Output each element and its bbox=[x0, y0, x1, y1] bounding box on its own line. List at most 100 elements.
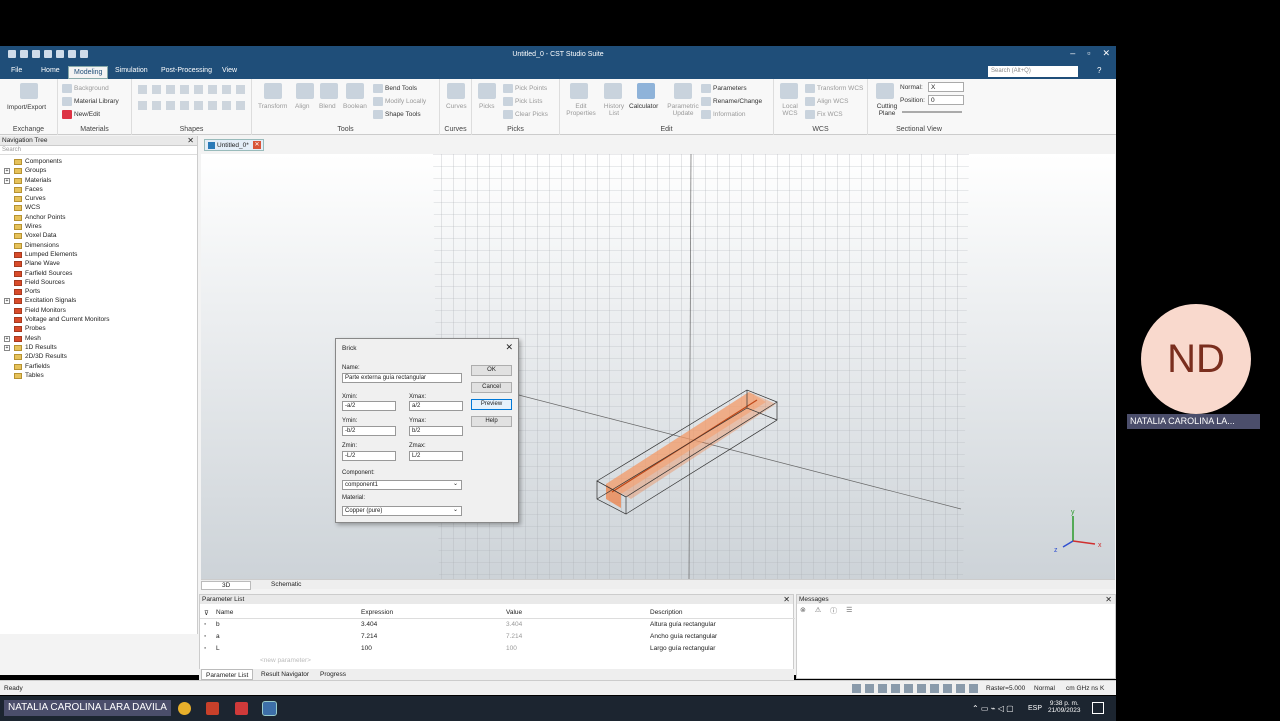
powerpoint-icon[interactable] bbox=[206, 702, 219, 715]
xmax-input[interactable]: a/2 bbox=[409, 401, 463, 411]
ymin-input[interactable]: -b/2 bbox=[342, 426, 396, 436]
tree-item[interactable]: + Excitation Signals bbox=[0, 296, 197, 305]
tree-item[interactable]: Wires bbox=[0, 222, 197, 231]
normal-select[interactable]: X bbox=[928, 82, 964, 92]
shape-buttons-row[interactable] bbox=[138, 101, 246, 110]
tab-simulation[interactable]: Simulation bbox=[115, 67, 148, 74]
info-filter-icon[interactable]: ⓘ bbox=[830, 606, 837, 616]
view-tool-icons[interactable] bbox=[852, 684, 982, 693]
cutting-plane-button[interactable]: Cutting Plane bbox=[873, 103, 901, 117]
zmax-input[interactable]: L/2 bbox=[409, 451, 463, 461]
pick-points-button[interactable]: Pick Points bbox=[503, 84, 547, 93]
table-row[interactable]: ▪ a 7.214 7.214 Ancho guía rectangular bbox=[200, 631, 795, 643]
tree-item[interactable]: Plane Wave bbox=[0, 259, 197, 268]
zmin-input[interactable]: -L/2 bbox=[342, 451, 396, 461]
tab-modeling[interactable]: Modeling bbox=[68, 66, 109, 79]
shape-tools-button[interactable]: Shape Tools bbox=[373, 110, 421, 119]
chrome-icon[interactable] bbox=[178, 702, 191, 715]
import-export-button[interactable]: Import/Export bbox=[7, 104, 46, 111]
tree-item[interactable]: Anchor Points bbox=[0, 213, 197, 222]
filter-icon[interactable]: ⊽ bbox=[204, 609, 209, 617]
clock[interactable]: 9:38 p. m. 21/09/2023 bbox=[1048, 700, 1081, 714]
tab-schematic[interactable]: Schematic bbox=[251, 581, 321, 590]
tree-item[interactable]: Tables bbox=[0, 371, 197, 380]
tab-file[interactable]: File bbox=[11, 67, 22, 74]
column-header-description[interactable]: Description bbox=[650, 609, 683, 616]
tree-item[interactable]: Farfield Sources bbox=[0, 269, 197, 278]
align-wcs-button[interactable]: Align WCS bbox=[805, 97, 848, 106]
parametric-update-button[interactable]: Parametric Update bbox=[665, 103, 701, 117]
tree-item[interactable]: + Materials bbox=[0, 176, 197, 185]
tree-item[interactable]: Ports bbox=[0, 287, 197, 296]
close-panel-icon[interactable]: ✕ bbox=[187, 136, 194, 145]
pick-lists-button[interactable]: Pick Lists bbox=[503, 97, 542, 106]
curves-button[interactable]: Curves bbox=[446, 103, 467, 110]
tree-item[interactable]: +1D Results bbox=[0, 343, 197, 352]
tree-item[interactable]: Lumped Elements bbox=[0, 250, 197, 259]
information-button[interactable]: Information bbox=[701, 110, 746, 119]
clear-picks-button[interactable]: Clear Picks bbox=[503, 110, 548, 119]
tree-item[interactable]: Faces bbox=[0, 185, 197, 194]
document-tab[interactable]: Untitled_0* ✕ bbox=[204, 139, 264, 151]
tree-item[interactable]: 2D/3D Results bbox=[0, 352, 197, 361]
tree-item[interactable]: Field Sources bbox=[0, 278, 197, 287]
tree-item[interactable]: Field Monitors bbox=[0, 306, 197, 315]
xmin-input[interactable]: -a/2 bbox=[342, 401, 396, 411]
column-header-value[interactable]: Value bbox=[506, 609, 522, 616]
tab-parameter-list[interactable]: Parameter List bbox=[201, 669, 254, 680]
tree-item[interactable]: Voxel Data bbox=[0, 231, 197, 240]
history-list-button[interactable]: History List bbox=[601, 103, 627, 117]
picks-button[interactable]: Picks bbox=[479, 103, 495, 110]
table-row[interactable]: ▪ L 100 100 Largo guía rectangular bbox=[200, 643, 795, 655]
tab-progress[interactable]: Progress bbox=[316, 669, 350, 680]
expand-icon[interactable]: + bbox=[4, 177, 10, 184]
tree-search-input[interactable]: Search bbox=[0, 146, 197, 155]
fix-wcs-button[interactable]: Fix WCS bbox=[805, 110, 843, 119]
transform-button[interactable]: Transform bbox=[258, 103, 287, 110]
language-indicator[interactable]: ESP bbox=[1028, 705, 1042, 712]
tree-item[interactable]: + Groups bbox=[0, 166, 197, 175]
material-select[interactable]: Copper (pure) bbox=[342, 506, 462, 516]
expand-icon[interactable]: + bbox=[4, 298, 10, 305]
align-button[interactable]: Align bbox=[295, 103, 309, 110]
minimize-button[interactable]: – bbox=[1070, 48, 1075, 59]
boolean-button[interactable]: Boolean bbox=[343, 103, 367, 110]
tab-result-navigator[interactable]: Result Navigator bbox=[257, 669, 313, 680]
name-input[interactable]: Parte externa guía rectangular bbox=[342, 373, 462, 383]
blend-button[interactable]: Blend bbox=[319, 103, 336, 110]
table-row[interactable]: ▪ b 3.404 3.404 Altura guía rectangular bbox=[200, 619, 795, 631]
modify-locally-button[interactable]: Modify Locally bbox=[373, 97, 426, 106]
position-slider[interactable] bbox=[902, 111, 962, 113]
tree-item[interactable]: Voltage and Current Monitors bbox=[0, 315, 197, 324]
ymax-input[interactable]: b/2 bbox=[409, 426, 463, 436]
tree-item[interactable]: Farfields bbox=[0, 362, 197, 371]
help-icon[interactable]: ? bbox=[1097, 66, 1101, 75]
bend-tools-button[interactable]: Bend Tools bbox=[373, 84, 417, 93]
close-tab-icon[interactable]: ✕ bbox=[253, 141, 261, 149]
tab-view[interactable]: View bbox=[222, 67, 237, 74]
background-button[interactable]: Background bbox=[62, 84, 109, 93]
column-header-expression[interactable]: Expression bbox=[361, 609, 393, 616]
tree-item[interactable]: Dimensions bbox=[0, 241, 197, 250]
preview-button[interactable]: Preview bbox=[471, 399, 512, 410]
shape-buttons-row[interactable] bbox=[138, 85, 246, 94]
tree-item[interactable]: Components bbox=[0, 157, 197, 166]
ok-button[interactable]: OK bbox=[471, 365, 512, 376]
new-edit-button[interactable]: New/Edit bbox=[62, 110, 100, 119]
expand-icon[interactable]: + bbox=[4, 168, 10, 175]
component-select[interactable]: component1 bbox=[342, 480, 462, 490]
material-library-button[interactable]: Material Library bbox=[62, 97, 119, 106]
tab-post-processing[interactable]: Post-Processing bbox=[161, 67, 212, 74]
column-header-name[interactable]: Name bbox=[216, 609, 233, 616]
tree-item[interactable]: Probes bbox=[0, 324, 197, 333]
recorder-icon[interactable] bbox=[235, 702, 248, 715]
tray-icons[interactable]: ⌃ ▭ ⌁ ◁ ▢ bbox=[972, 704, 1014, 713]
parameters-button[interactable]: Parameters bbox=[701, 84, 747, 93]
transform-wcs-button[interactable]: Transform WCS bbox=[805, 84, 863, 93]
close-panel-icon[interactable]: ✕ bbox=[783, 595, 790, 604]
tree-item[interactable]: Curves bbox=[0, 194, 197, 203]
tree-item[interactable]: WCS bbox=[0, 203, 197, 212]
edit-properties-button[interactable]: Edit Properties bbox=[566, 103, 596, 117]
new-parameter-row[interactable]: <new parameter> bbox=[200, 655, 795, 667]
local-wcs-button[interactable]: Local WCS bbox=[780, 103, 800, 117]
